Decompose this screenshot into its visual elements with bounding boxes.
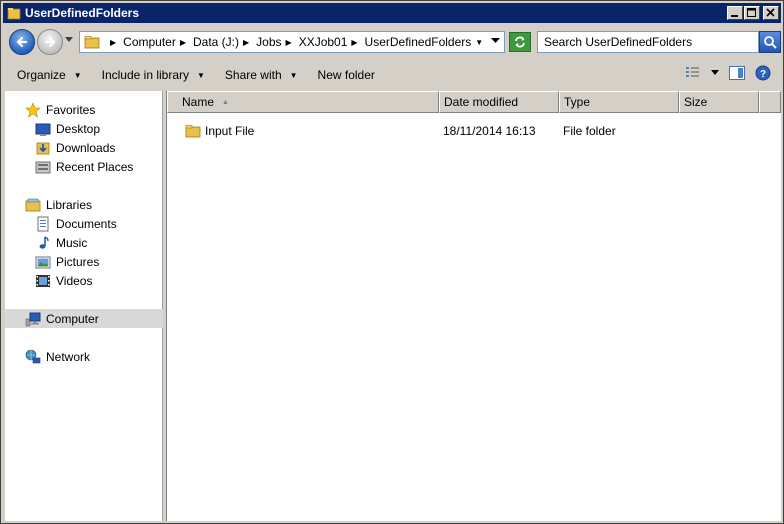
breadcrumb-item[interactable]: Data (J:) ▶ [193,35,256,49]
libraries-icon [25,198,41,211]
maximize-icon [747,8,756,17]
maximize-button[interactable] [744,6,760,20]
desktop-icon [35,123,51,136]
chevron-right-icon[interactable]: ▶ [286,38,292,47]
preview-pane-icon[interactable] [729,66,745,80]
search-input[interactable]: Search UserDefinedFolders [537,31,759,53]
nav-pictures[interactable]: Pictures [5,252,163,271]
share-with-button[interactable]: Share with ▼ [225,68,298,82]
chevron-down-icon: ▼ [289,70,298,80]
explorer-window: UserDefinedFolders ▶ Computer ▶ Data (J:… [0,0,784,524]
column-header-type[interactable]: Type [559,91,679,113]
back-button[interactable] [9,29,35,55]
nav-libraries[interactable]: Libraries [5,195,163,214]
breadcrumb-item[interactable]: Computer ▶ [123,35,193,49]
chevron-right-icon[interactable]: ▶ [110,38,116,47]
file-type: File folder [563,124,616,138]
view-dropdown-icon[interactable] [711,70,719,76]
svg-text:?: ? [760,69,766,80]
folder-icon [7,8,21,20]
nav-network[interactable]: Network [5,347,163,366]
downloads-icon [36,142,50,154]
folder-icon [84,36,100,49]
file-list[interactable]: Name ▲ Date modified Type Size Input File… [166,91,781,521]
sort-ascending-icon: ▲ [222,98,229,106]
pictures-icon [35,256,51,268]
breadcrumb-item[interactable]: XXJob01 ▶ [299,35,365,49]
search-placeholder: Search UserDefinedFolders [544,35,693,49]
address-row: ▶ Computer ▶ Data (J:) ▶ Jobs ▶ XXJob01 ▶ Us… [3,25,781,59]
refresh-button[interactable] [509,32,531,52]
network-icon [25,349,41,363]
column-header-filler [759,91,781,113]
nav-desktop[interactable]: Desktop [5,119,163,138]
computer-icon [25,312,41,326]
file-date-modified: 18/11/2014 16:13 [443,124,536,138]
nav-documents[interactable]: Documents [5,214,163,233]
address-history-dropdown-icon[interactable] [491,38,500,44]
close-icon [766,8,775,17]
breadcrumb-item[interactable]: UserDefinedFolders ▼ [365,35,491,49]
chevron-down-icon: ▼ [197,70,205,80]
new-folder-button[interactable]: New folder [318,68,375,82]
folder-icon [185,125,201,138]
arrow-left-icon [16,36,28,48]
music-icon [39,235,49,249]
minimize-button[interactable] [727,6,743,20]
search-button[interactable] [759,31,781,53]
nav-videos[interactable]: Videos [5,271,163,290]
chevron-down-icon[interactable]: ▼ [475,38,483,47]
column-header-row: Name ▲ Date modified Type Size [167,91,781,113]
documents-icon [37,216,49,231]
breadcrumb-root[interactable]: ▶ [106,38,123,47]
search-icon [764,36,777,49]
column-header-date-modified[interactable]: Date modified [439,91,559,113]
window-title: UserDefinedFolders [25,6,140,20]
chevron-right-icon[interactable]: ▶ [243,38,249,47]
chevron-right-icon[interactable]: ▶ [351,38,357,47]
videos-icon [36,274,50,287]
navigation-pane: Favorites Desktop Downloads Recent Place… [5,91,163,521]
chevron-down-icon: ▼ [73,70,82,80]
refresh-icon [515,36,525,48]
table-row[interactable]: Input File 18/11/2014 16:13 File folder [167,121,781,141]
nav-music[interactable]: Music [5,233,163,252]
address-bar[interactable]: ▶ Computer ▶ Data (J:) ▶ Jobs ▶ XXJob01 ▶ Us… [79,31,505,53]
minimize-icon [731,15,738,17]
nav-recent-places[interactable]: Recent Places [5,157,163,176]
help-icon[interactable]: ? [755,65,771,81]
close-button[interactable] [763,6,779,20]
breadcrumb-item[interactable]: Jobs ▶ [256,35,299,49]
arrow-right-icon [44,36,56,48]
chevron-right-icon[interactable]: ▶ [180,38,186,47]
column-header-size[interactable]: Size [679,91,759,113]
recent-pages-dropdown-icon[interactable] [65,37,73,43]
nav-computer[interactable]: Computer [5,309,163,328]
command-bar: Organize ▼ Include in library ▼ Share with… [3,61,781,89]
column-header-name[interactable]: Name ▲ [167,91,439,113]
file-name[interactable]: Input File [205,124,254,138]
nav-downloads[interactable]: Downloads [5,138,163,157]
title-bar[interactable]: UserDefinedFolders [3,3,781,23]
view-options-icon[interactable] [685,66,701,80]
nav-favorites[interactable]: Favorites [5,100,163,119]
star-icon [25,101,41,118]
forward-button[interactable] [37,29,63,55]
recent-places-icon [35,161,51,173]
include-in-library-button[interactable]: Include in library ▼ [102,68,205,82]
organize-button[interactable]: Organize ▼ [17,68,82,82]
